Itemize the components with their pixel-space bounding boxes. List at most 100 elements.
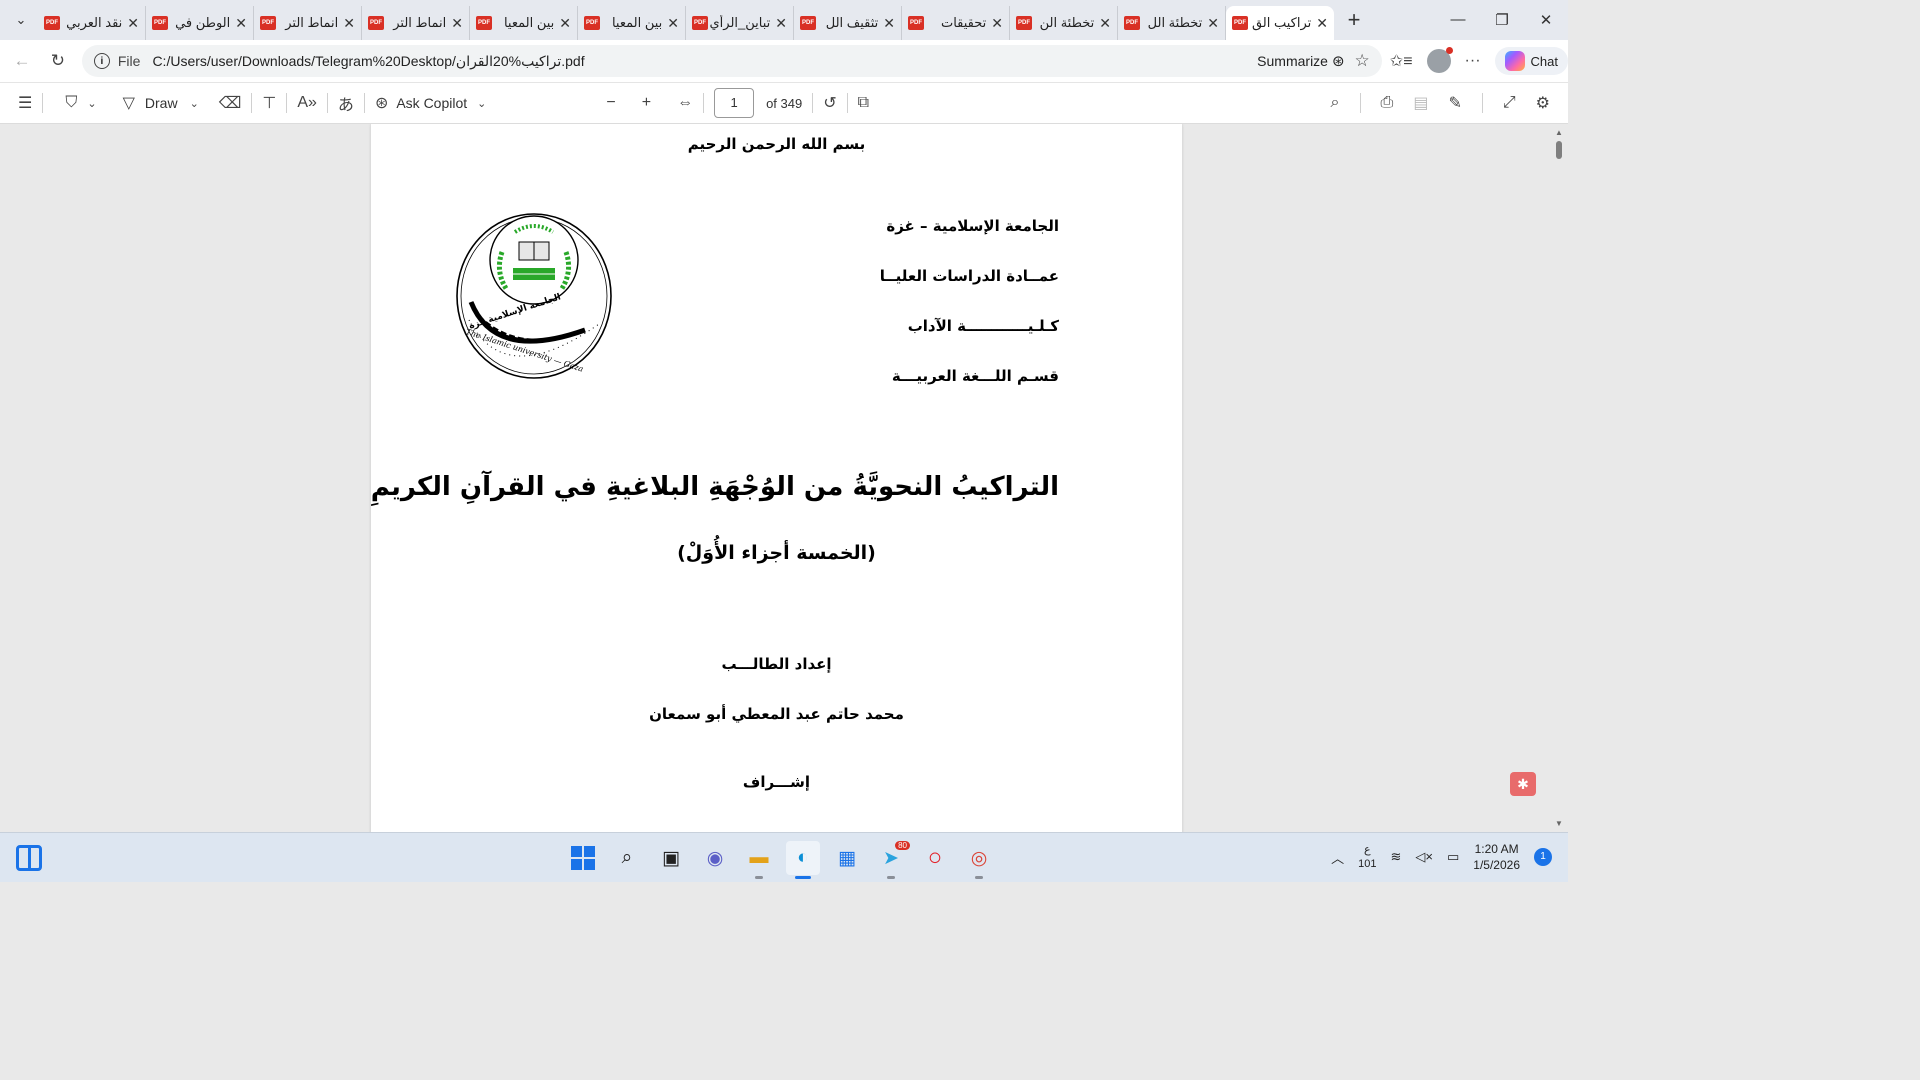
more-options-icon[interactable]: ··· (1465, 52, 1481, 70)
favorites-icon[interactable]: ✩≡ (1390, 51, 1413, 71)
close-tab-icon[interactable]: ✕ (235, 15, 247, 32)
pdf-file-icon: PDF (476, 16, 492, 30)
task-view-icon[interactable]: ▣ (654, 841, 688, 875)
rotate-icon[interactable]: ↺ (823, 93, 836, 113)
browser-tab[interactable]: PDF انماط التر ✕ (362, 6, 470, 40)
close-window-button[interactable]: ✕ (1524, 11, 1568, 29)
print-icon[interactable]: ⎙ (1381, 94, 1394, 112)
edge-browser-icon[interactable]: ◐ (786, 841, 820, 879)
ask-copilot-label[interactable]: Ask Copilot (396, 95, 467, 111)
scrollbar-thumb[interactable] (1556, 141, 1562, 159)
browser-tab[interactable]: PDF بين المعيا ✕ (470, 6, 578, 40)
draw-icon[interactable]: ▽ (123, 93, 135, 113)
opera-icon[interactable]: ○ (918, 841, 952, 875)
favorite-star-icon[interactable]: ☆ (1355, 51, 1370, 71)
notification-count-badge[interactable]: 1 (1534, 848, 1552, 866)
scheme-label: File (117, 53, 141, 69)
divider (363, 93, 365, 113)
active-indicator (795, 876, 811, 879)
save-as-icon[interactable]: ✎ (1448, 93, 1461, 113)
fit-width-icon[interactable]: ⇔ (677, 94, 693, 112)
site-info-icon[interactable]: i (93, 53, 110, 69)
draw-dropdown-icon[interactable]: ⌄ (190, 97, 199, 110)
fullscreen-icon[interactable]: ⤢ (1503, 94, 1516, 112)
pdf-file-icon: PDF (1232, 16, 1248, 30)
settings-gear-icon[interactable]: ⚙ (1536, 93, 1550, 113)
read-aloud-icon[interactable]: A» (297, 94, 317, 112)
browser-tab[interactable]: PDF نقد العربي ✕ (38, 6, 146, 40)
browser-tab[interactable]: PDF تخطئة الن ✕ (1010, 6, 1118, 40)
start-button[interactable] (566, 841, 600, 875)
close-tab-icon[interactable]: ✕ (559, 15, 571, 32)
profile-avatar[interactable] (1426, 47, 1453, 73)
close-tab-icon[interactable]: ✕ (991, 15, 1003, 32)
zoom-out-icon[interactable]: − (606, 94, 615, 112)
search-icon[interactable]: ⌕ (610, 841, 644, 875)
browser-tab[interactable]: PDF بين المعيا ✕ (578, 6, 686, 40)
close-tab-icon[interactable]: ✕ (1207, 15, 1219, 32)
refresh-button[interactable]: ↻ (40, 51, 76, 71)
teams-chat-icon[interactable]: ◉ (698, 841, 732, 875)
pdf-viewer[interactable]: بسم الله الرحمن الرحيم الجامعة الإسلامية… (0, 124, 1568, 832)
vertical-scrollbar[interactable]: ▲ ▼ (1554, 128, 1564, 828)
ask-copilot-icon[interactable]: ⊛ (375, 93, 388, 113)
omnibox[interactable]: i File C:/Users/user/Downloads/Telegram%… (81, 45, 1382, 77)
widgets-icon[interactable] (16, 845, 42, 871)
restore-button[interactable]: ❐ (1480, 11, 1524, 29)
volume-muted-icon[interactable]: ◁× (1415, 849, 1433, 865)
divider (703, 93, 705, 113)
tab-actions-menu-button[interactable]: ⌄ (4, 3, 38, 37)
file-explorer-icon[interactable]: ▬ (742, 841, 776, 879)
copilot-chat-button[interactable]: Chat (1494, 47, 1568, 75)
browser-tab[interactable]: PDF تخطئة الل ✕ (1118, 6, 1226, 40)
page-view-icon[interactable]: ⧉ (858, 94, 869, 112)
telegram-icon[interactable]: ➤ 80 (874, 841, 910, 879)
draw-label[interactable]: Draw (145, 95, 178, 111)
close-tab-icon[interactable]: ✕ (667, 15, 679, 32)
show-hidden-icons-chevron-icon[interactable]: ︿ (1331, 848, 1344, 867)
highlight-icon[interactable]: ⛉ (65, 94, 77, 112)
language-indicator[interactable]: ع 101 (1358, 843, 1376, 871)
clock-date: 1/5/2026 (1473, 858, 1520, 872)
acrobat-icon[interactable]: ✱ (1510, 772, 1536, 796)
microsoft-store-icon[interactable]: ▦ (830, 841, 864, 875)
minimize-button[interactable]: — (1436, 11, 1480, 29)
close-tab-icon[interactable]: ✕ (127, 15, 139, 32)
battery-icon[interactable]: ▭ (1447, 849, 1459, 865)
close-tab-icon[interactable]: ✕ (883, 15, 895, 32)
translate-icon[interactable]: あ (338, 91, 354, 115)
find-icon[interactable]: ⌕ (1331, 94, 1340, 112)
wifi-icon[interactable]: ≋ (1390, 849, 1401, 865)
close-tab-icon[interactable]: ✕ (451, 15, 463, 32)
document-subtitle: (الخمسة أجزاء الأُوَلْ) (677, 542, 876, 564)
highlight-dropdown-icon[interactable]: ⌄ (87, 97, 96, 110)
page-number-input[interactable]: 1 (714, 88, 755, 118)
summarize-button[interactable]: Summarize ⊛ (1257, 52, 1344, 70)
close-tab-icon[interactable]: ✕ (775, 15, 787, 32)
close-tab-icon[interactable]: ✕ (343, 15, 355, 32)
pdf-file-icon: PDF (1016, 16, 1032, 30)
back-button[interactable]: ← (4, 51, 40, 71)
browser-tab[interactable]: PDF تثقيف الل ✕ (794, 6, 902, 40)
zoom-in-icon[interactable]: + (642, 94, 651, 112)
browser-tab[interactable]: PDF تباين_الرأي ✕ (686, 6, 794, 40)
ask-copilot-dropdown-icon[interactable]: ⌄ (477, 97, 486, 110)
scroll-up-arrow-icon[interactable]: ▲ (1554, 128, 1564, 137)
divider (42, 93, 44, 113)
text-box-icon[interactable]: ⊤ (262, 93, 276, 113)
save-icon[interactable]: ▤ (1413, 93, 1428, 113)
browser-tab[interactable]: PDF تراكيب الق ✕ (1226, 6, 1334, 40)
close-tab-icon[interactable]: ✕ (1316, 15, 1328, 32)
clock[interactable]: 1:20 AM 1/5/2026 (1473, 841, 1520, 873)
eraser-icon[interactable]: ⌫ (219, 93, 242, 113)
browser-tab[interactable]: PDF انماط التر ✕ (254, 6, 362, 40)
close-tab-icon[interactable]: ✕ (1099, 15, 1111, 32)
browser-tab[interactable]: PDF تحقيقات ✕ (902, 6, 1010, 40)
url-text[interactable]: C:/Users/user/Downloads/Telegram%20Deskt… (152, 53, 1257, 70)
chrome-icon[interactable]: ◎ (962, 841, 996, 879)
browser-tab[interactable]: PDF الوطن في ✕ (146, 6, 254, 40)
new-tab-button[interactable]: + (1334, 7, 1374, 33)
contents-list-icon[interactable]: ☰ (18, 93, 32, 113)
scroll-down-arrow-icon[interactable]: ▼ (1554, 819, 1564, 828)
summarize-label: Summarize (1257, 53, 1328, 69)
